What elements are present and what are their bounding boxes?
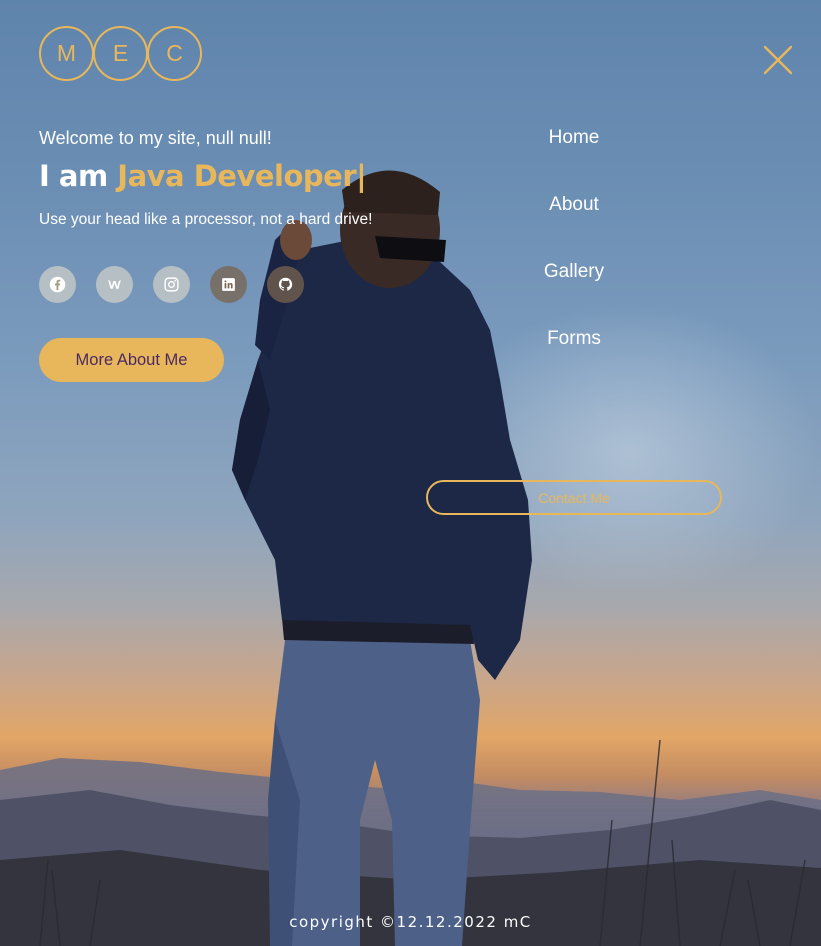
logo-letter-m: M [39,26,94,81]
linkedin-link[interactable] [210,266,247,303]
nav-item-gallery[interactable]: Gallery [474,261,674,328]
logo-letter-c: C [147,26,202,81]
wattpad-link[interactable] [96,266,133,303]
main-nav: Home About Gallery Forms [474,127,674,395]
instagram-link[interactable] [153,266,190,303]
linkedin-icon [222,278,235,291]
wattpad-icon [108,280,121,289]
hero-section: Welcome to my site, null null! I am Java… [39,128,459,229]
nav-item-forms[interactable]: Forms [474,328,674,395]
welcome-text: Welcome to my site, null null! [39,128,272,148]
footer-copyright: copyright ©12.12.2022 mC [289,913,532,931]
facebook-icon [49,276,66,293]
hero-heading: I am Java Developer| [39,159,459,193]
close-menu-button[interactable] [762,44,794,76]
hero-iam: I am [39,159,108,193]
hero-motto: Use your head like a processor, not a ha… [39,211,373,228]
github-icon [278,277,293,291]
logo-letter-e: E [93,26,148,81]
typing-cursor: | [356,159,367,193]
nav-item-about[interactable]: About [474,194,674,261]
close-icon [763,45,793,75]
github-link[interactable] [267,266,304,303]
hero-role: Java Developer [117,159,357,193]
instagram-icon [164,277,179,292]
nav-item-home[interactable]: Home [474,127,674,194]
site-logo[interactable]: M E C [39,26,202,81]
facebook-link[interactable] [39,266,76,303]
social-links [39,266,304,303]
contact-me-button[interactable]: Contact Me [426,480,722,515]
more-about-me-button[interactable]: More About Me [39,338,224,382]
